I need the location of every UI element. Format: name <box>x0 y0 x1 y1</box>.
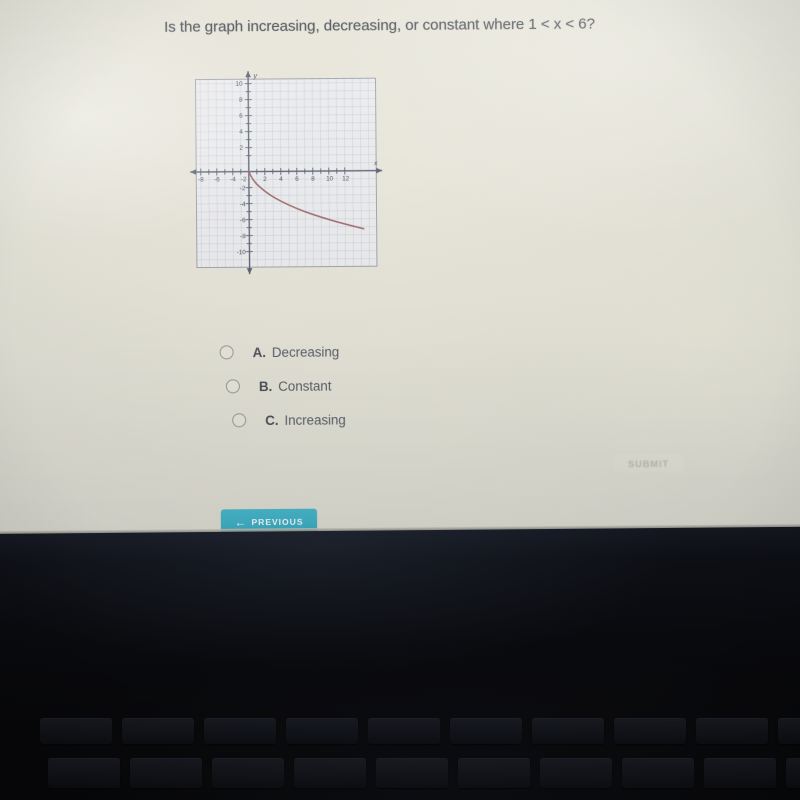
answer-options: A. Decreasing B. Constant C. Increasing <box>219 333 561 438</box>
keyboard-key <box>532 718 604 744</box>
keyboard-key <box>286 718 358 744</box>
submit-button[interactable]: SUBMIT <box>613 453 684 473</box>
keyboard-key <box>368 718 440 744</box>
keyboard-key <box>376 758 448 788</box>
keyboard-key <box>786 758 800 788</box>
option-row-a[interactable]: A. Decreasing <box>219 333 560 370</box>
y-tick-label: 8 <box>239 97 243 104</box>
x-tick-label: -6 <box>214 176 220 183</box>
y-tick-label: -2 <box>240 185 246 192</box>
y-tick-label: -4 <box>240 201 246 208</box>
y-tick-label: -8 <box>240 233 246 240</box>
keyboard-key <box>778 718 800 744</box>
y-tick-label: 2 <box>239 145 243 152</box>
keyboard-key <box>130 758 202 788</box>
keyboard-key <box>704 758 776 788</box>
keyboard-key <box>696 718 768 744</box>
keyboard-key <box>212 758 284 788</box>
photo-of-laptop-screen: Is the graph increasing, decreasing, or … <box>0 0 800 800</box>
keyboard-key <box>48 758 120 788</box>
graph-svg: -8 -6 -4 -2 2 4 6 8 10 12 10 8 6 4 2 -2 … <box>190 71 383 275</box>
y-axis-label: y <box>252 71 257 80</box>
x-tick-label: -2 <box>241 176 247 183</box>
option-letter-c: C. <box>265 412 279 428</box>
keyboard-key <box>294 758 366 788</box>
x-tick-label: 4 <box>279 176 283 183</box>
option-row-b[interactable]: B. Constant <box>225 367 560 404</box>
y-tick-label: -10 <box>237 249 247 256</box>
keyboard-number-row <box>48 758 800 788</box>
submit-button-label: SUBMIT <box>627 457 670 469</box>
coordinate-graph: -8 -6 -4 -2 2 4 6 8 10 12 10 8 6 4 2 -2 … <box>187 66 385 276</box>
x-tick-label: -8 <box>198 177 204 184</box>
radio-button-b[interactable] <box>225 379 240 394</box>
question-text: Is the graph increasing, decreasing, or … <box>164 15 595 36</box>
x-tick-label: 6 <box>295 176 299 183</box>
keyboard-key <box>450 718 522 744</box>
laptop-screen: Is the graph increasing, decreasing, or … <box>0 0 800 550</box>
x-tick-label: 8 <box>311 176 315 183</box>
radio-button-a[interactable] <box>219 345 234 360</box>
quiz-page: Is the graph increasing, decreasing, or … <box>0 0 800 543</box>
x-tick-label: -4 <box>230 176 236 183</box>
x-tick-label: 2 <box>263 176 267 183</box>
option-letter-a: A. <box>252 344 266 360</box>
previous-button-label: PREVIOUS <box>251 516 304 528</box>
keyboard-key <box>622 758 694 788</box>
keyboard-key <box>458 758 530 788</box>
y-tick-label: 10 <box>235 81 243 88</box>
left-arrow-icon: ← <box>234 514 247 529</box>
x-tick-label: 10 <box>326 176 334 183</box>
keyboard-key <box>122 718 194 744</box>
option-letter-b: B. <box>258 378 273 394</box>
option-row-c[interactable]: C. Increasing <box>232 401 560 438</box>
x-tick-label: 12 <box>342 175 350 182</box>
x-axis-label: x <box>373 160 378 167</box>
keyboard-function-row <box>40 718 800 744</box>
y-tick-label: 6 <box>239 113 243 120</box>
keyboard-key <box>540 758 612 788</box>
option-text-c: Increasing <box>284 411 346 428</box>
y-tick-label: -6 <box>240 217 246 224</box>
y-tick-label: 4 <box>239 129 243 136</box>
keyboard-key <box>40 718 112 744</box>
keyboard-key <box>204 718 276 744</box>
keyboard-key <box>614 718 686 744</box>
option-text-b: Constant <box>278 378 332 394</box>
radio-button-c[interactable] <box>232 413 247 428</box>
option-text-a: Decreasing <box>271 343 340 360</box>
